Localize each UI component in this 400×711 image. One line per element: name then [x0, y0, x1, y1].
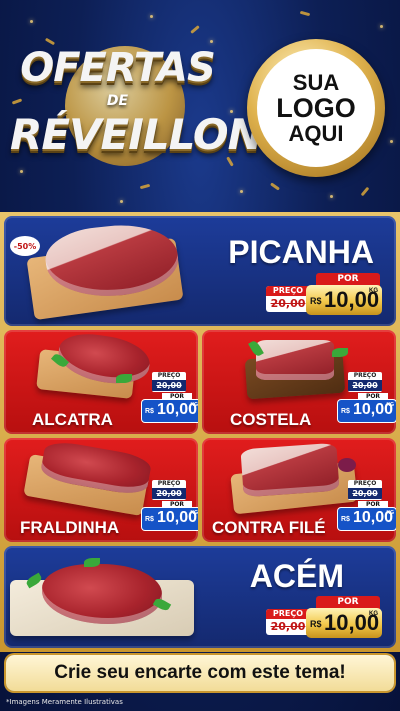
old-price-value: 20,00 [270, 620, 306, 633]
old-price-value: 20,00 [152, 488, 186, 499]
unit-label: KG [386, 510, 395, 516]
old-price-value: 20,00 [152, 380, 186, 391]
product-name: ACÉM [249, 558, 344, 594]
product-card-acem[interactable]: ACÉM POR PREÇO 20,00 R$ 10,00 KG [4, 546, 396, 648]
unit-label: KG [369, 288, 378, 294]
contra-file-meat-image [240, 442, 340, 498]
product-name: COSTELA [230, 410, 312, 429]
price-block: POR PREÇO 20,00 R$ 10,00 KG [266, 596, 386, 644]
old-price-value: 20,00 [348, 488, 382, 499]
old-price-label: PREÇO [353, 480, 377, 487]
product-card-costela[interactable]: COSTELA PREÇO 20,00 POR R$ 10,00 KG [202, 330, 396, 434]
old-price: PREÇO 20,00 [152, 372, 186, 392]
unit-label: KG [190, 510, 199, 516]
old-price: PREÇO 20,00 [266, 609, 310, 635]
disclaimer-text: *Imagens Meramente Ilustrativas [6, 698, 123, 706]
create-flyer-cta-button[interactable]: Crie seu encarte com este tema! [6, 655, 394, 691]
logo-text-logo: LOGO [276, 92, 356, 123]
price-block: POR PREÇO 20,00 R$ 10,00 KG [266, 273, 386, 321]
old-price-value: 20,00 [348, 380, 382, 391]
price-block: PREÇO 20,00 POR R$ 10,00 KG [140, 372, 198, 422]
currency-symbol: R$ [310, 296, 322, 306]
new-price: R$ 10,00 KG [338, 400, 396, 422]
currency-symbol: R$ [145, 408, 154, 415]
products-grid: -50% PICANHA POR PREÇO 20,00 R$ 10,00 KG… [0, 212, 400, 652]
price-block: PREÇO 20,00 POR R$ 10,00 KG [336, 372, 396, 422]
currency-symbol: R$ [341, 408, 350, 415]
promo-title: OFERTAS DE RÉVEILLON [10, 38, 263, 193]
title-line-ofertas: OFERTAS [20, 45, 216, 91]
currency-symbol: R$ [310, 619, 322, 629]
product-name: PICANHA [228, 234, 374, 270]
new-price: R$ 10,00 KG [338, 508, 396, 530]
product-name: CONTRA FILÉ [212, 518, 326, 537]
new-price: R$ 10,00 KG [306, 285, 382, 315]
logo-text-aqui: AQUI [288, 121, 344, 147]
logo-placeholder-inner: SUA LOGO AQUI [257, 49, 375, 167]
product-card-picanha[interactable]: -50% PICANHA POR PREÇO 20,00 R$ 10,00 KG [4, 216, 396, 326]
old-price: PREÇO 20,00 [348, 372, 382, 392]
product-card-alcatra[interactable]: ALCATRA PREÇO 20,00 POR R$ 10,00 KG [4, 330, 198, 434]
herb-garnish-icon [332, 348, 348, 357]
old-price: PREÇO 20,00 [266, 286, 310, 312]
herb-garnish-icon [116, 374, 132, 383]
product-name: FRALDINHA [20, 518, 120, 537]
unit-label: KG [190, 402, 199, 408]
logo-placeholder[interactable]: SUA LOGO AQUI [247, 39, 385, 177]
price-block: PREÇO 20,00 POR R$ 10,00 KG [336, 480, 396, 530]
header: OFERTAS DE RÉVEILLON SUA LOGO AQUI [0, 0, 400, 212]
old-price-label: PREÇO [353, 372, 377, 379]
currency-symbol: R$ [145, 516, 154, 523]
product-card-fraldinha[interactable]: FRALDINHA PREÇO 20,00 POR R$ 10,00 KG [4, 438, 198, 542]
currency-symbol: R$ [341, 516, 350, 523]
old-price: PREÇO 20,00 [348, 480, 382, 500]
product-card-contra-file[interactable]: CONTRA FILÉ PREÇO 20,00 POR R$ 10,00 KG [202, 438, 396, 542]
unit-label: KG [386, 402, 395, 408]
new-price: R$ 10,00 KG [142, 400, 198, 422]
costela-meat-image [256, 340, 334, 380]
logo-text-sua: SUA [292, 69, 340, 95]
old-price-label: PREÇO [266, 609, 310, 619]
old-price-label: PREÇO [157, 372, 181, 379]
onion-garnish-icon [338, 458, 356, 472]
old-price-label: PREÇO [157, 480, 181, 487]
unit-label: KG [369, 611, 378, 617]
herb-garnish-icon [84, 558, 100, 567]
title-line-reveillon: RÉVEILLON [10, 110, 263, 159]
title-line-de: DE [106, 93, 129, 109]
new-price: R$ 10,00 KG [306, 608, 382, 638]
product-name: ALCATRA [32, 410, 113, 429]
new-price: R$ 10,00 KG [142, 508, 198, 530]
old-price-label: PREÇO [266, 286, 310, 296]
old-price-value: 20,00 [270, 297, 306, 310]
discount-badge: -50% [10, 236, 40, 256]
old-price: PREÇO 20,00 [152, 480, 186, 500]
price-block: PREÇO 20,00 POR R$ 10,00 KG [140, 480, 198, 530]
